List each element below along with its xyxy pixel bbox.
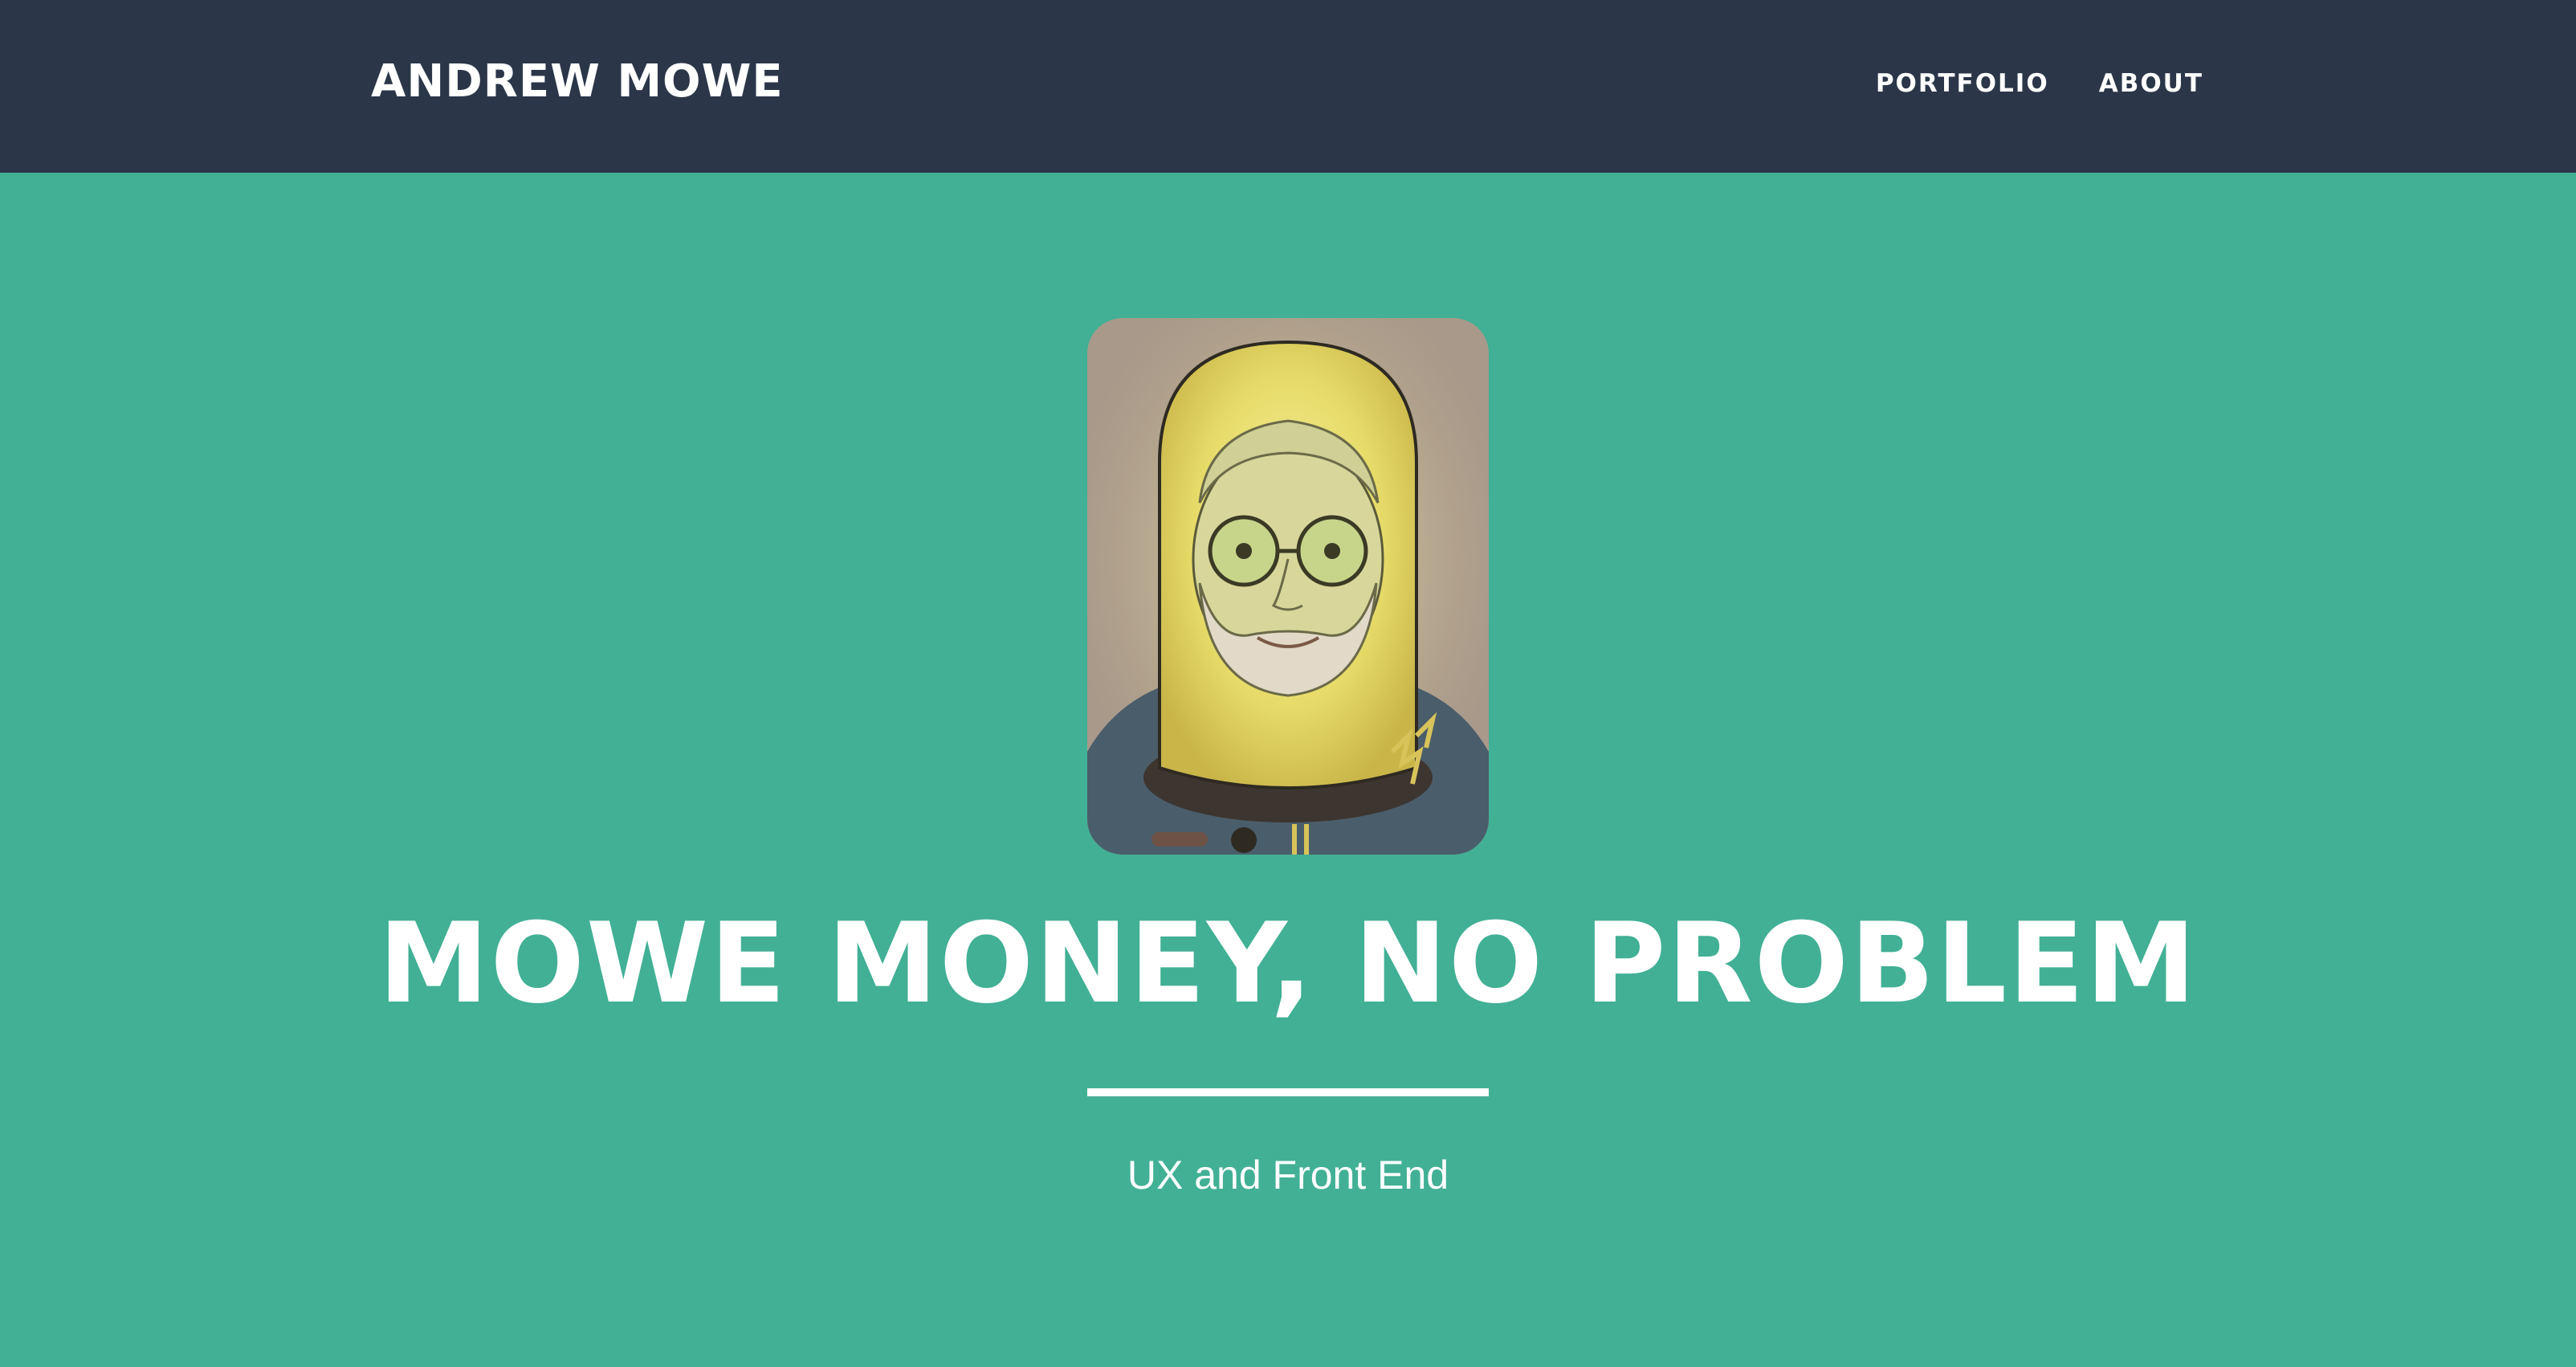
- hero-subtitle: UX and Front End: [1127, 1153, 1449, 1198]
- nav-link-about[interactable]: ABOUT: [2099, 63, 2203, 104]
- avatar: [1087, 318, 1489, 855]
- brand-link[interactable]: ANDREW MOWE: [371, 50, 784, 114]
- title-divider: [1087, 1088, 1489, 1096]
- nav-link-portfolio[interactable]: PORTFOLIO: [1876, 63, 2049, 104]
- main-nav: PORTFOLIO ABOUT: [1876, 63, 2203, 104]
- avatar-illustration: [1087, 318, 1489, 855]
- hero-title: MOWE MONEY, NO PROBLEM: [378, 899, 2198, 1028]
- hero-section: MOWE MONEY, NO PROBLEM UX and Front End: [0, 173, 2576, 1367]
- top-navbar: ANDREW MOWE PORTFOLIO ABOUT: [0, 0, 2576, 173]
